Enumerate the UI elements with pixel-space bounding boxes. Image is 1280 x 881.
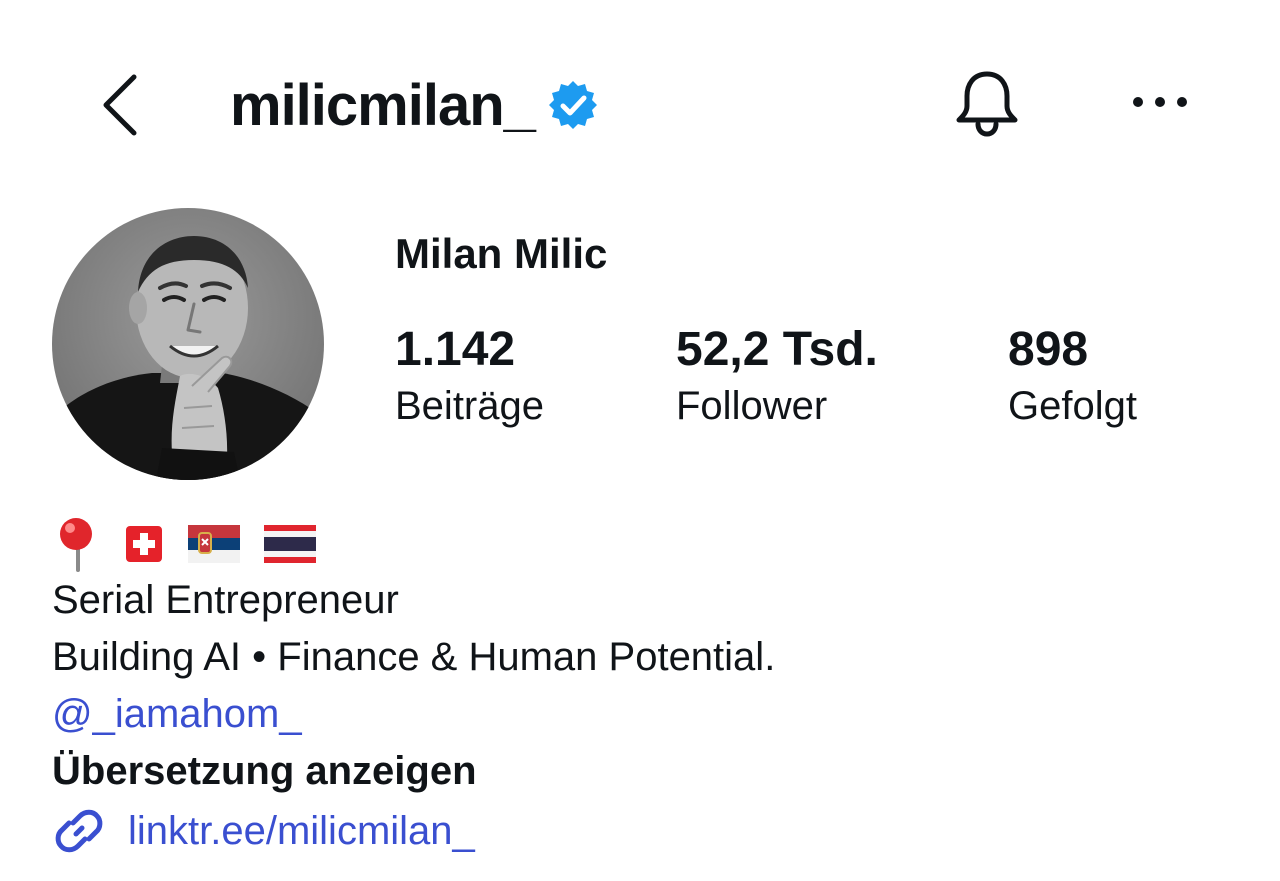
flag-serbia-icon — [188, 525, 240, 563]
header-title: milicmilan_ — [230, 70, 599, 140]
followers-label: Follower — [676, 384, 828, 428]
avatar[interactable] — [52, 208, 324, 480]
round-pushpin-icon — [60, 518, 92, 572]
following-count: 898 — [1008, 323, 1089, 376]
followers-count: 52,2 Tsd. — [676, 323, 878, 376]
bio-line-2: Building AI • Finance & Human Potential. — [52, 635, 776, 679]
bio-line-1: Serial Entrepreneur — [52, 578, 399, 622]
verified-badge-icon — [547, 79, 599, 131]
external-link[interactable]: linktr.ee/milicmilan_ — [52, 800, 1232, 862]
posts-label: Beiträge — [395, 384, 544, 428]
show-translation-button[interactable]: Übersetzung anzeigen — [52, 743, 1232, 800]
external-link-text: linktr.ee/milicmilan_ — [128, 808, 475, 853]
chevron-left-icon — [103, 74, 137, 136]
notifications-button[interactable] — [950, 66, 1024, 140]
back-button[interactable] — [96, 70, 144, 140]
followers-stat[interactable]: 52,2 Tsd. Follower — [676, 322, 878, 434]
following-label: Gefolgt — [1008, 384, 1137, 428]
username: milicmilan_ — [230, 72, 536, 138]
display-name: Milan Milic — [395, 230, 608, 277]
bell-icon — [956, 71, 1018, 137]
profile-page: milicmilan_ Milan Milic 1.142 Beiträge 5… — [0, 0, 1280, 881]
bio: Serial Entrepreneur Building AI • Financ… — [52, 516, 1232, 862]
bio-emoji-row — [52, 516, 1232, 572]
posts-stat[interactable]: 1.142 Beiträge — [395, 322, 544, 434]
following-stat[interactable]: 898 Gefolgt — [1008, 322, 1137, 434]
flag-thailand-icon — [264, 525, 316, 563]
posts-count: 1.142 — [395, 323, 516, 376]
flag-switzerland-icon — [126, 526, 162, 562]
more-options-button[interactable] — [1128, 80, 1192, 124]
link-icon — [55, 809, 103, 853]
mention-link[interactable]: @_iamahom_ — [52, 686, 1232, 743]
more-horizontal-icon — [1133, 97, 1187, 107]
